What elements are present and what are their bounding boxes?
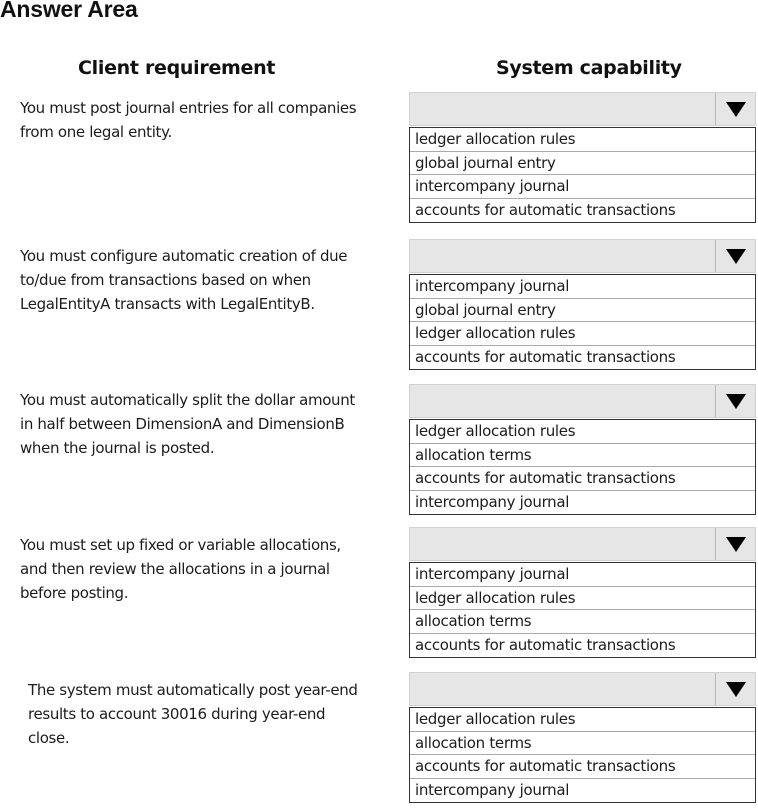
option-item[interactable]: intercompany journal xyxy=(410,275,755,299)
option-item[interactable]: ledger allocation rules xyxy=(410,708,755,732)
requirement-line: close. xyxy=(28,729,70,747)
triangle-down-icon xyxy=(725,536,746,552)
option-item[interactable]: ledger allocation rules xyxy=(410,128,755,152)
option-item[interactable]: accounts for automatic transactions xyxy=(410,755,755,779)
options-list-5: ledger allocation rules allocation terms… xyxy=(409,707,756,804)
requirement-line: before posting. xyxy=(20,584,129,602)
option-item[interactable]: global journal entry xyxy=(410,299,755,323)
dropdown-arrow-button[interactable] xyxy=(715,528,755,560)
requirement-line: in half between DimensionA and Dimension… xyxy=(20,415,345,433)
option-item[interactable]: accounts for automatic transactions xyxy=(410,634,755,658)
system-capability-header: System capability xyxy=(496,57,682,79)
option-item[interactable]: allocation terms xyxy=(410,610,755,634)
dropdown-arrow-button[interactable] xyxy=(715,673,755,705)
requirement-line: when the journal is posted. xyxy=(20,439,215,457)
triangle-down-icon xyxy=(725,681,746,697)
capability-dropdown-1[interactable] xyxy=(409,92,756,126)
option-item[interactable]: ledger allocation rules xyxy=(410,587,755,611)
requirement-line: to/due from transactions based on when xyxy=(20,271,311,289)
option-item[interactable]: intercompany journal xyxy=(410,491,755,515)
requirement-line: You must automatically split the dollar … xyxy=(20,391,355,409)
requirement-line: The system must automatically post year-… xyxy=(28,681,358,699)
requirement-3: You must automatically split the dollar … xyxy=(20,388,410,460)
options-list-1: ledger allocation rules global journal e… xyxy=(409,127,756,224)
option-item[interactable]: allocation terms xyxy=(410,444,755,468)
requirement-line: You must configure automatic creation of… xyxy=(20,247,348,265)
option-item[interactable]: global journal entry xyxy=(410,152,755,176)
option-item[interactable]: intercompany journal xyxy=(410,175,755,199)
option-item[interactable]: accounts for automatic transactions xyxy=(410,346,755,370)
requirement-2: You must configure automatic creation of… xyxy=(20,244,410,316)
requirement-line: LegalEntityA transacts with LegalEntityB… xyxy=(20,295,315,313)
options-list-4: intercompany journal ledger allocation r… xyxy=(409,562,756,659)
option-item[interactable]: allocation terms xyxy=(410,732,755,756)
option-item[interactable]: accounts for automatic transactions xyxy=(410,467,755,491)
option-item[interactable]: intercompany journal xyxy=(410,563,755,587)
options-list-2: intercompany journal global journal entr… xyxy=(409,274,756,371)
requirement-1: You must post journal entries for all co… xyxy=(20,96,410,144)
requirement-line: You must set up fixed or variable alloca… xyxy=(20,536,341,554)
answer-area-title: Answer Area xyxy=(0,0,138,22)
requirement-4: You must set up fixed or variable alloca… xyxy=(20,533,410,605)
triangle-down-icon xyxy=(725,393,746,409)
requirement-line: and then review the allocations in a jou… xyxy=(20,560,330,578)
requirement-line: You must post journal entries for all co… xyxy=(20,99,357,117)
option-item[interactable]: accounts for automatic transactions xyxy=(410,199,755,223)
dropdown-arrow-button[interactable] xyxy=(715,240,755,272)
client-requirement-header: Client requirement xyxy=(78,57,276,79)
capability-dropdown-2[interactable] xyxy=(409,239,756,273)
options-list-3: ledger allocation rules allocation terms… xyxy=(409,419,756,516)
capability-dropdown-3[interactable] xyxy=(409,384,756,418)
dropdown-arrow-button[interactable] xyxy=(715,93,755,125)
option-item[interactable]: ledger allocation rules xyxy=(410,322,755,346)
triangle-down-icon xyxy=(725,248,746,264)
option-item[interactable]: ledger allocation rules xyxy=(410,420,755,444)
requirement-5: The system must automatically post year-… xyxy=(28,678,418,750)
option-item[interactable]: intercompany journal xyxy=(410,779,755,803)
capability-dropdown-5[interactable] xyxy=(409,672,756,706)
triangle-down-icon xyxy=(725,101,746,117)
requirement-line: results to account 30016 during year-end xyxy=(28,705,326,723)
capability-dropdown-4[interactable] xyxy=(409,527,756,561)
requirement-line: from one legal entity. xyxy=(20,123,172,141)
dropdown-arrow-button[interactable] xyxy=(715,385,755,417)
